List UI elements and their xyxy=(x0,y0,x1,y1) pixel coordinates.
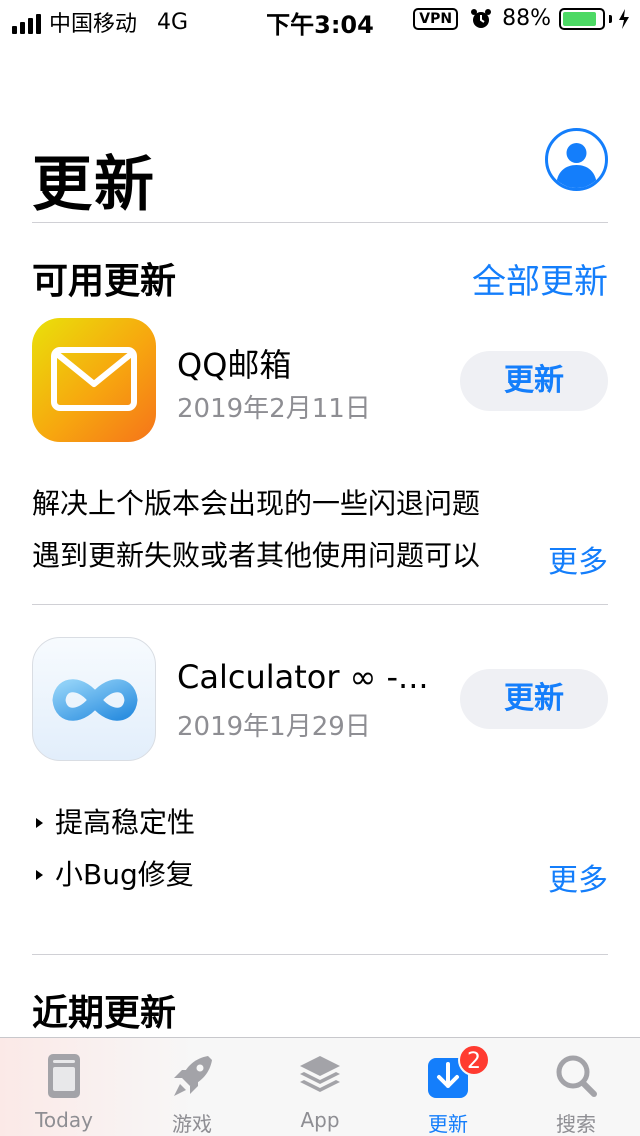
tab-label: Today xyxy=(35,1108,93,1132)
more-link[interactable]: 更多 xyxy=(548,537,608,581)
battery-icon xyxy=(559,7,605,30)
layers-icon xyxy=(300,1056,340,1092)
vpn-badge: VPN xyxy=(413,7,459,30)
updates-badge: 2 xyxy=(458,1044,490,1076)
release-notes: 解决上个版本会出现的一些闪退问题 遇到更新失败或者其他使用问题可以 xyxy=(32,478,532,582)
more-link[interactable]: 更多 xyxy=(548,855,608,899)
tab-bar: Today 游戏 App 2 更新 搜索 xyxy=(0,1037,640,1136)
mail-envelope-icon xyxy=(51,347,137,411)
infinity-icon xyxy=(52,679,138,721)
disclosure-triangle-icon xyxy=(36,818,43,828)
status-right: VPN 88% xyxy=(413,6,630,31)
release-notes: 提高稳定性 小Bug修复 xyxy=(32,797,195,901)
search-icon xyxy=(556,1055,597,1097)
tab-label: 游戏 xyxy=(172,1112,212,1136)
release-note-item: 小Bug修复 xyxy=(32,849,195,901)
available-updates-title: 可用更新 xyxy=(32,261,177,302)
section-divider xyxy=(32,954,608,955)
charging-bolt-icon xyxy=(619,8,629,29)
tab-label: 搜索 xyxy=(556,1112,596,1136)
tab-today[interactable]: Today xyxy=(0,1038,128,1136)
account-avatar-button[interactable] xyxy=(545,128,608,191)
app-date: 2019年2月11日 xyxy=(177,394,371,424)
release-note-line: 解决上个版本会出现的一些闪退问题 xyxy=(32,487,481,520)
tab-label: 更新 xyxy=(428,1112,468,1136)
row-divider xyxy=(32,604,608,605)
header-divider xyxy=(32,222,608,223)
update-all-button[interactable]: 全部更新 xyxy=(472,254,608,303)
tab-label: App xyxy=(300,1108,340,1132)
app-name[interactable]: QQ邮箱 xyxy=(177,340,291,386)
person-icon xyxy=(556,143,597,188)
alarm-icon xyxy=(471,8,492,28)
tab-apps[interactable]: App xyxy=(256,1038,384,1136)
battery-level xyxy=(563,11,597,26)
recent-updates-title: 近期更新 xyxy=(32,993,177,1034)
page-title: 更新 xyxy=(32,150,156,220)
battery-tip xyxy=(609,14,612,23)
tab-search[interactable]: 搜索 xyxy=(512,1038,640,1136)
app-name[interactable]: Calculator ∞ -... xyxy=(177,658,429,696)
release-note-text: 提高稳定性 xyxy=(55,806,196,839)
today-icon xyxy=(48,1054,80,1098)
tab-games[interactable]: 游戏 xyxy=(128,1038,256,1136)
app-date: 2019年1月29日 xyxy=(177,712,371,742)
qq-mail-app-icon[interactable] xyxy=(32,318,156,442)
release-note-text: 小Bug修复 xyxy=(55,858,194,891)
update-button[interactable]: 更新 xyxy=(460,669,608,729)
update-button[interactable]: 更新 xyxy=(460,351,608,411)
disclosure-triangle-icon xyxy=(36,870,43,880)
battery-percent: 88% xyxy=(502,6,551,31)
release-note-item: 提高稳定性 xyxy=(32,797,195,849)
rocket-icon xyxy=(174,1056,212,1096)
calculator-app-icon[interactable] xyxy=(32,637,156,761)
tab-updates[interactable]: 2 更新 xyxy=(384,1038,512,1136)
status-bar: 中国移动 4G 下午3:04 VPN 88% xyxy=(0,0,640,40)
release-note-line: 遇到更新失败或者其他使用问题可以 xyxy=(32,530,532,582)
